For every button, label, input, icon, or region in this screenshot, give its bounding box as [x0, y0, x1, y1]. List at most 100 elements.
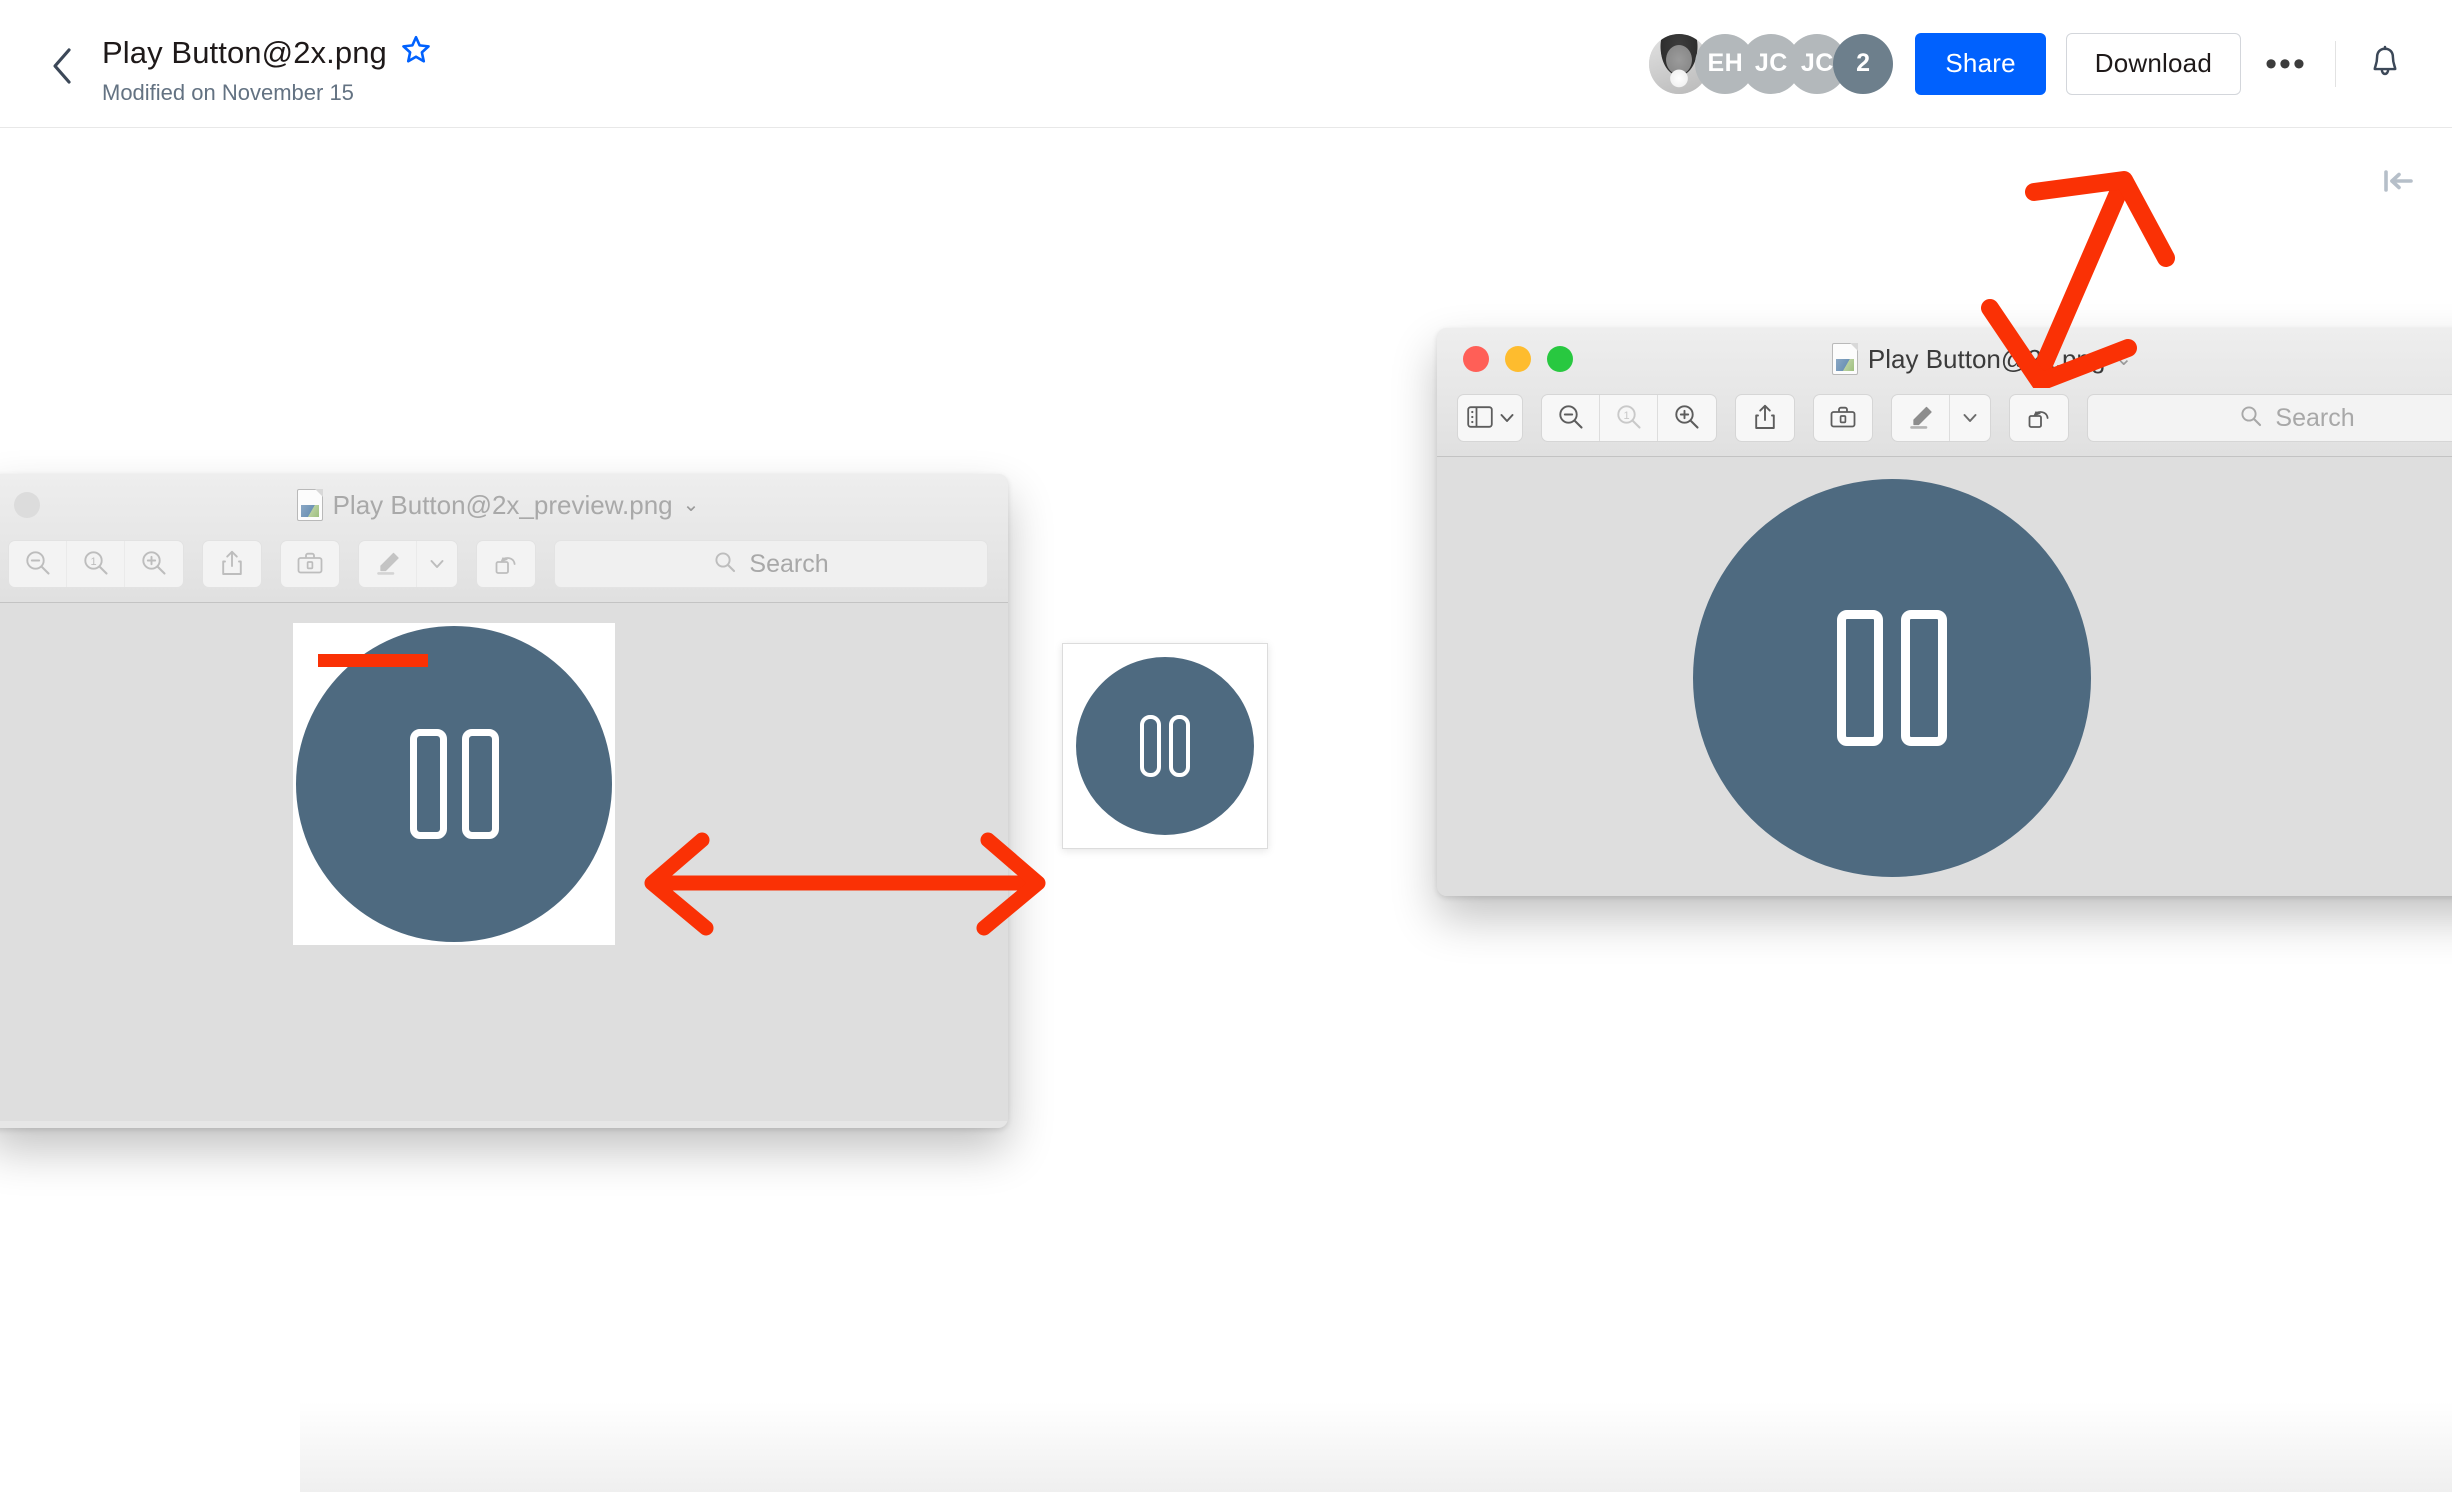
- pause-disc: [1076, 657, 1254, 835]
- chevron-down-icon[interactable]: ⌄: [683, 495, 700, 515]
- page-title: Play Button@2x.png: [102, 34, 387, 70]
- preview-window-left[interactable]: Play Button@2x_preview.png ⌄ 1 Search: [0, 474, 1008, 1128]
- download-button[interactable]: Download: [2065, 32, 2241, 95]
- minimize-window-button[interactable]: [1505, 346, 1531, 372]
- pause-bar-left: [1837, 610, 1883, 746]
- chevron-left-icon: [51, 47, 73, 85]
- pause-button-icon: [1076, 657, 1254, 835]
- window-titlebar[interactable]: Play Button@2x_preview.png ⌄: [0, 474, 1008, 536]
- window-chrome: Play Button@2x_preview.png ⌄ 1 Search: [0, 474, 1008, 603]
- window-title-group: Play Button@2x_preview.png ⌄: [0, 474, 1008, 536]
- rotate-left-button[interactable]: [2010, 395, 2068, 441]
- zoom-out-button[interactable]: [1542, 395, 1600, 441]
- rotate-left-icon: [492, 549, 520, 580]
- markup-toolbox-icon: [296, 550, 324, 579]
- zoom-out-icon: [1557, 403, 1585, 434]
- avatar-overflow-count[interactable]: 2: [1833, 33, 1894, 94]
- file-title-row: Play Button@2x.png: [102, 34, 431, 72]
- pause-bars: [1140, 715, 1190, 777]
- markup-toolbox-button[interactable]: [281, 541, 339, 587]
- highlighter-pen-icon: [374, 550, 402, 579]
- highlight-button-group: [358, 540, 458, 588]
- thumbnail-card[interactable]: [1062, 643, 1268, 849]
- highlighter-button[interactable]: [1892, 395, 1950, 441]
- zoom-in-button[interactable]: [125, 541, 183, 587]
- highlighter-pen-icon: [1907, 404, 1935, 433]
- rotate-left-icon: [2025, 403, 2053, 434]
- pause-button-icon: [296, 626, 612, 942]
- rotate-left-button[interactable]: [477, 541, 535, 587]
- preview-window-right[interactable]: Play Button@2x.png ⌄ 1 Search: [1437, 328, 2452, 896]
- share-upload-icon: [1752, 403, 1778, 434]
- markup-toolbox-button[interactable]: [1814, 395, 1872, 441]
- share-upload-icon: [219, 549, 245, 580]
- file-title-block: Play Button@2x.png Modified on November …: [102, 20, 431, 108]
- zoom-actual-size-button[interactable]: 1: [67, 541, 125, 587]
- share-file-button[interactable]: [203, 541, 261, 587]
- pause-bars: [1837, 610, 1947, 746]
- window-chrome: Play Button@2x.png ⌄ 1 Search: [1437, 328, 2452, 457]
- window-title: Play Button@2x_preview.png: [332, 489, 673, 520]
- chevron-down-icon: [1500, 411, 1514, 426]
- highlight-button-group: [1891, 394, 1991, 442]
- pause-bar-left: [409, 729, 447, 839]
- file-modified-text: Modified on November 15: [102, 79, 354, 105]
- rotate-button-group: [476, 540, 536, 588]
- collapse-sidebar-button[interactable]: [2368, 152, 2428, 212]
- search-placeholder: Search: [749, 549, 829, 578]
- zoom-actual-size-icon: 1: [1615, 403, 1643, 434]
- star-favorite-icon[interactable]: [401, 35, 431, 70]
- svg-text:1: 1: [1623, 410, 1629, 422]
- sidebar-toggle-group: [1457, 394, 1523, 442]
- pause-bar-left: [1140, 715, 1161, 777]
- search-placeholder: Search: [2275, 403, 2355, 432]
- traffic-lights: [1437, 346, 1573, 372]
- header-left-group: Play Button@2x.png Modified on November …: [0, 20, 431, 108]
- overflow-menu-button[interactable]: •••: [2255, 33, 2317, 95]
- zoom-in-icon: [1673, 403, 1701, 434]
- window-image-body: [1437, 457, 2452, 896]
- rotate-button-group: [2009, 394, 2069, 442]
- markup-button-group: [280, 540, 340, 588]
- window-toolbar: 1 Search: [1437, 390, 2452, 456]
- highlighter-color-caret[interactable]: [1950, 395, 1990, 441]
- app-header-bar: Play Button@2x.png Modified on November …: [0, 0, 2452, 128]
- highlighter-button[interactable]: [359, 541, 417, 587]
- highlighter-color-caret[interactable]: [417, 541, 457, 587]
- chevron-down-icon[interactable]: ⌄: [2115, 349, 2132, 369]
- notification-bell-icon: [2368, 44, 2402, 83]
- share-button-group: [1735, 394, 1795, 442]
- pause-bar-right: [461, 729, 499, 839]
- share-file-button[interactable]: [1736, 395, 1794, 441]
- zoom-actual-size-icon: 1: [82, 549, 110, 580]
- close-window-button[interactable]: [1463, 346, 1489, 372]
- canvas-bottom-shadow: [300, 1402, 2452, 1492]
- zoom-out-icon: [24, 549, 52, 580]
- image-document-icon: [1831, 343, 1858, 375]
- share-button[interactable]: Share: [1915, 32, 2046, 95]
- pause-disc: [1693, 479, 2091, 877]
- pause-disc: [296, 626, 612, 942]
- traffic-lights: [0, 492, 40, 518]
- header-right-group: EH JC JC 2 Share Download •••: [1649, 32, 2452, 95]
- markup-toolbox-icon: [1829, 404, 1857, 433]
- search-input[interactable]: Search: [554, 540, 988, 588]
- sidebar-toggle-button[interactable]: [1458, 395, 1522, 441]
- zoom-out-button[interactable]: [9, 541, 67, 587]
- notifications-button[interactable]: [2354, 33, 2416, 95]
- zoom-in-button[interactable]: [1658, 395, 1716, 441]
- search-icon: [2239, 404, 2263, 433]
- maximize-window-button[interactable]: [1547, 346, 1573, 372]
- back-button[interactable]: [44, 36, 80, 96]
- avatar-stack: EH JC JC 2: [1649, 33, 1894, 94]
- chevron-down-icon: [1963, 411, 1977, 426]
- window-image-body: [0, 603, 1008, 1121]
- zoom-actual-size-button[interactable]: 1: [1600, 395, 1658, 441]
- sidebar-panel-icon: [1466, 405, 1493, 431]
- window-titlebar[interactable]: Play Button@2x.png ⌄: [1437, 328, 2452, 390]
- screenshot-root: Play Button@2x.png Modified on November …: [0, 0, 2452, 1492]
- search-input[interactable]: Search: [2087, 394, 2452, 442]
- close-window-button[interactable]: [14, 492, 40, 518]
- window-toolbar: 1 Search: [0, 536, 1008, 602]
- image-document-icon: [296, 489, 323, 521]
